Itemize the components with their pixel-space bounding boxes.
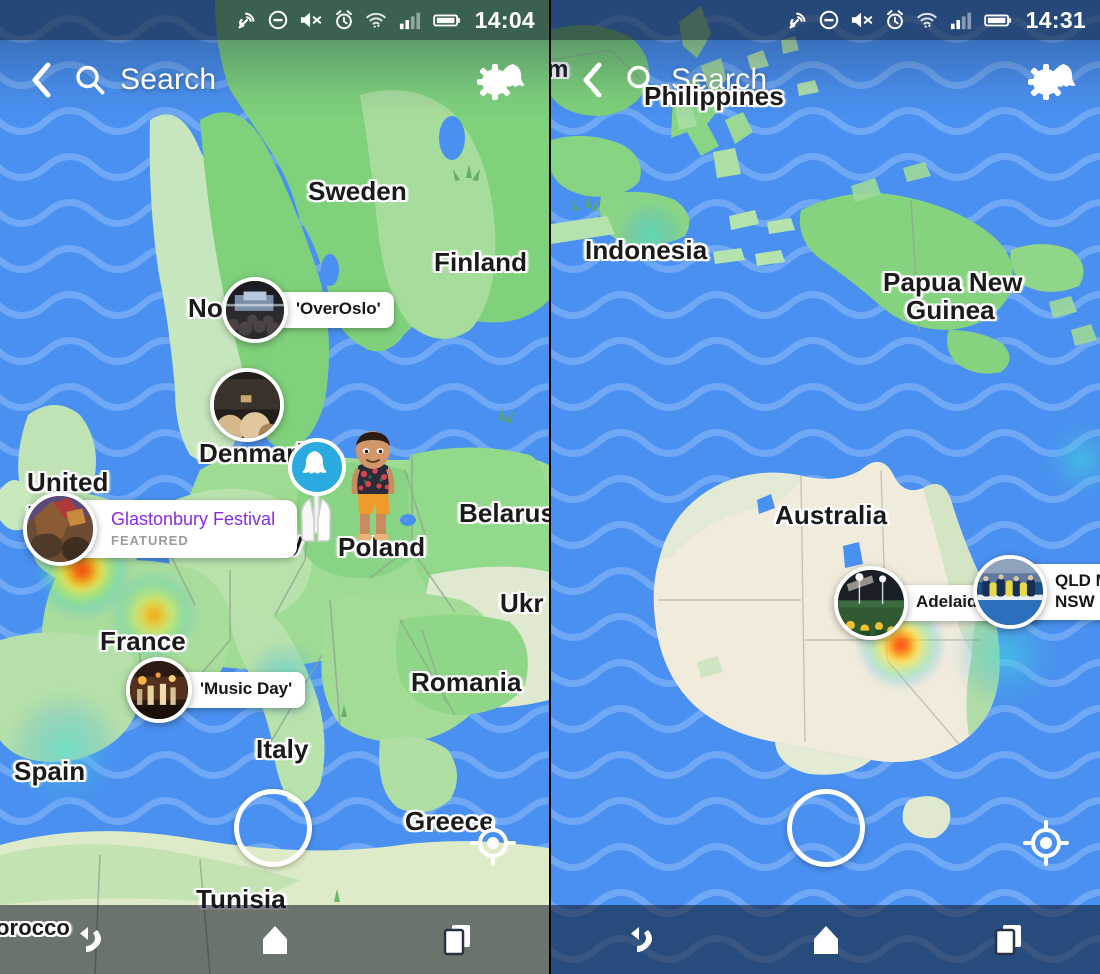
map-label: Indonesia xyxy=(585,235,708,265)
crowd-photo xyxy=(214,372,280,438)
signal-icon xyxy=(950,12,971,30)
story-bubble-overoslo[interactable]: 'OverOslo' xyxy=(222,277,394,343)
search-input[interactable]: Search xyxy=(74,63,216,97)
map-label: Sweden xyxy=(308,176,407,206)
story-thumbnail xyxy=(23,492,97,566)
nav-back-button[interactable] xyxy=(603,910,683,970)
crosshair-icon xyxy=(470,820,516,866)
status-bar: 14:04 xyxy=(0,0,549,40)
map-label: Romania xyxy=(411,667,522,697)
capture-button[interactable] xyxy=(787,789,865,867)
map-label: Guinea xyxy=(906,295,995,325)
back-button[interactable] xyxy=(18,57,64,103)
crosshair-icon xyxy=(1023,820,1069,866)
do-not-disturb-icon xyxy=(819,10,838,30)
settings-button[interactable] xyxy=(1022,54,1082,106)
story-bubble-qld-nsw[interactable]: QLD Maro NSW Blues xyxy=(973,555,1100,629)
home-icon xyxy=(262,925,287,954)
home-icon xyxy=(813,925,838,954)
nav-home-button[interactable] xyxy=(786,910,866,970)
bitmoji-avatar xyxy=(351,431,395,540)
map-label: Ukr xyxy=(500,588,544,618)
wifi-icon xyxy=(916,12,937,28)
search-icon xyxy=(76,65,105,95)
map-label: Italy xyxy=(256,734,309,764)
panel-left-europe: 14:04 Search Sweden Finland Nor Denmark … xyxy=(0,0,549,974)
map-label: Belarus xyxy=(459,498,549,528)
gps-icon xyxy=(789,12,806,29)
story-thumbnail xyxy=(222,277,288,343)
rugby-match-photo xyxy=(977,559,1043,625)
android-nav-bar xyxy=(0,905,549,974)
locate-me-button[interactable] xyxy=(470,820,516,866)
nav-recents-button[interactable] xyxy=(969,910,1049,970)
battery-icon xyxy=(432,14,460,27)
back-arrow-icon xyxy=(79,926,101,952)
dual-screenshot: 14:04 Search Sweden Finland Nor Denmark … xyxy=(0,0,1100,974)
bitmoji-floral-shirt-avatar[interactable] xyxy=(344,430,402,553)
recent-apps-icon xyxy=(994,924,1021,955)
story-bubble-denmark[interactable] xyxy=(210,368,284,442)
map-label: Philippines xyxy=(644,81,784,111)
back-arrow-icon xyxy=(630,926,652,952)
map-label: Papua New xyxy=(883,267,1023,297)
status-clock: 14:04 xyxy=(474,6,535,33)
map-label: Spain xyxy=(14,756,86,786)
story-label: QLD Maro xyxy=(1055,571,1100,591)
story-label: 'OverOslo' xyxy=(296,299,381,319)
festival-photo xyxy=(27,496,93,562)
map-label: France xyxy=(100,626,186,656)
story-bubble-glastonbury[interactable]: Glastonbury Festival FEATURED xyxy=(23,492,298,566)
concert-crowd-photo xyxy=(226,281,284,339)
story-thumbnail xyxy=(973,555,1047,629)
stadium-night-photo xyxy=(838,570,904,636)
settings-button[interactable] xyxy=(471,54,531,106)
nav-home-button[interactable] xyxy=(235,910,315,970)
volume-muted-icon xyxy=(851,12,872,28)
story-label: 'Music Day' xyxy=(200,679,293,699)
status-clock: 14:31 xyxy=(1025,6,1086,33)
map-label: Australia xyxy=(775,500,888,530)
story-thumbnail xyxy=(210,368,284,442)
chevron-left-icon xyxy=(32,62,51,98)
gear-ghost-icon xyxy=(477,64,525,100)
map-label: Finland xyxy=(434,247,528,277)
story-thumbnail xyxy=(126,657,192,723)
capture-button[interactable] xyxy=(234,789,312,867)
featured-card: Glastonbury Festival FEATURED xyxy=(67,500,298,558)
signal-icon xyxy=(399,12,420,30)
status-bar: 14:31 xyxy=(551,0,1100,40)
gear-ghost-icon xyxy=(1028,64,1076,100)
search-placeholder: Search xyxy=(120,63,217,96)
battery-icon xyxy=(983,14,1011,27)
nav-recents-button[interactable] xyxy=(418,910,498,970)
alarm-icon xyxy=(335,10,352,30)
android-nav-bar xyxy=(551,905,1100,974)
locate-me-button[interactable] xyxy=(1023,820,1069,866)
wifi-icon xyxy=(365,12,386,28)
volume-muted-icon xyxy=(300,12,321,28)
story-bubble-musicday[interactable]: 'Music Day' xyxy=(126,657,306,723)
chevron-left-icon xyxy=(583,62,602,98)
story-label-line2: NSW Blues xyxy=(1055,591,1100,611)
do-not-disturb-icon xyxy=(268,10,287,30)
back-button[interactable] xyxy=(569,57,615,103)
recent-apps-icon xyxy=(443,924,470,955)
story-thumbnail xyxy=(834,566,908,640)
top-search-bar: Search xyxy=(0,40,549,120)
map-label: orocco xyxy=(0,915,70,940)
top-search-bar: Search xyxy=(551,40,1100,120)
featured-badge: FEATURED xyxy=(111,532,189,548)
concert-photo xyxy=(130,661,188,719)
gps-icon xyxy=(238,12,255,29)
panel-right-australia: 14:31 m Philippines Indonesia Papua New … xyxy=(551,0,1100,974)
alarm-icon xyxy=(886,10,903,30)
featured-title: Glastonbury Festival xyxy=(111,509,276,530)
